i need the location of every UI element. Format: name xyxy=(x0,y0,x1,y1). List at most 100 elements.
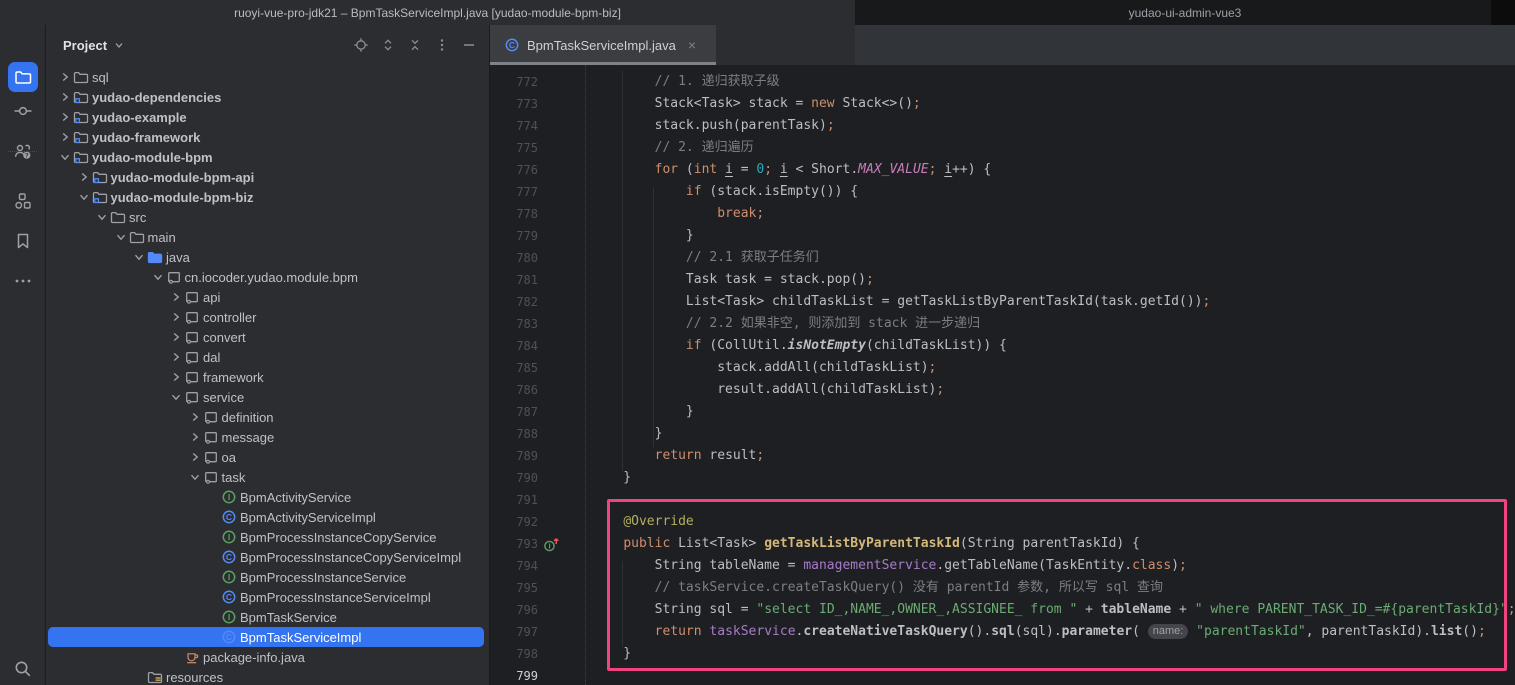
activitybar-more[interactable] xyxy=(0,261,45,301)
tree-item-src[interactable]: src xyxy=(48,207,484,227)
code-line-778[interactable]: 778 break; xyxy=(490,203,1515,225)
line-number[interactable]: 791 xyxy=(490,489,538,511)
tree-item-message[interactable]: message xyxy=(48,427,484,447)
chevron-down-icon[interactable] xyxy=(131,249,147,265)
line-number[interactable]: 790 xyxy=(490,467,538,489)
line-number[interactable]: 782 xyxy=(490,291,538,313)
code-line-777[interactable]: 777 if (stack.isEmpty()) { xyxy=(490,181,1515,203)
code-line-796[interactable]: 796 String sql = "select ID_,NAME_,OWNER… xyxy=(490,599,1515,621)
tab-bpmtaskserviceimpl[interactable]: C BpmTaskServiceImpl.java × xyxy=(490,25,716,65)
tree-item-yudao-framework[interactable]: yudao-framework xyxy=(48,127,484,147)
code-line-799[interactable]: 799 xyxy=(490,665,1515,685)
chevron-right-icon[interactable] xyxy=(168,349,184,365)
code-line-783[interactable]: 783 // 2.2 如果非空, 则添加到 stack 进一步递归 xyxy=(490,313,1515,335)
tree-item-convert[interactable]: convert xyxy=(48,327,484,347)
activitybar-structure[interactable] xyxy=(0,181,45,221)
tree-item-controller[interactable]: controller xyxy=(48,307,484,327)
chevron-right-icon[interactable] xyxy=(187,409,203,425)
tree-item-yudao-module-bpm-biz[interactable]: yudao-module-bpm-biz xyxy=(48,187,484,207)
tree-item-cn-iocoder-yudao-module-bpm[interactable]: cn.iocoder.yudao.module.bpm xyxy=(48,267,484,287)
chevron-down-icon[interactable] xyxy=(150,269,166,285)
tree-item-yudao-example[interactable]: yudao-example xyxy=(48,107,484,127)
chevron-down-icon[interactable] xyxy=(113,229,129,245)
chevron-right-icon[interactable] xyxy=(57,69,73,85)
chevron-right-icon[interactable] xyxy=(57,109,73,125)
line-number[interactable]: 772 xyxy=(490,71,538,93)
code-line-773[interactable]: 773 Stack<Task> stack = new Stack<>(); xyxy=(490,93,1515,115)
line-number[interactable]: 798 xyxy=(490,643,538,665)
code-line-791[interactable]: 791 xyxy=(490,489,1515,511)
line-number[interactable]: 785 xyxy=(490,357,538,379)
chevron-right-icon[interactable] xyxy=(168,369,184,385)
line-number[interactable]: 781 xyxy=(490,269,538,291)
tree-item-package-info-java[interactable]: package-info.java xyxy=(48,647,484,667)
code-line-779[interactable]: 779 } xyxy=(490,225,1515,247)
chevron-down-icon[interactable] xyxy=(94,209,110,225)
tree-item-bpmactivityserviceimpl[interactable]: CBpmActivityServiceImpl xyxy=(48,507,484,527)
tree-item-resources[interactable]: resources xyxy=(48,667,484,685)
expand-all-icon[interactable] xyxy=(380,37,396,53)
code-line-780[interactable]: 780 // 2.1 获取子任务们 xyxy=(490,247,1515,269)
activitybar-search[interactable] xyxy=(0,649,45,685)
tree-item-definition[interactable]: definition xyxy=(48,407,484,427)
line-number[interactable]: 797 xyxy=(490,621,538,643)
line-number[interactable]: 774 xyxy=(490,115,538,137)
hide-icon[interactable] xyxy=(461,37,477,53)
code-line-798[interactable]: 798 } xyxy=(490,643,1515,665)
tree-item-yudao-module-bpm-api[interactable]: yudao-module-bpm-api xyxy=(48,167,484,187)
tree-item-bpmprocessinstancecopyservice[interactable]: IBpmProcessInstanceCopyService xyxy=(48,527,484,547)
code-line-775[interactable]: 775 // 2. 递归遍历 xyxy=(490,137,1515,159)
chevron-right-icon[interactable] xyxy=(168,309,184,325)
tree-item-bpmactivityservice[interactable]: IBpmActivityService xyxy=(48,487,484,507)
tree-item-task[interactable]: task xyxy=(48,467,484,487)
tree-item-java[interactable]: java xyxy=(48,247,484,267)
tree-item-yudao-module-bpm[interactable]: yudao-module-bpm xyxy=(48,147,484,167)
tree-item-bpmprocessinstancecopyserviceimpl[interactable]: CBpmProcessInstanceCopyServiceImpl xyxy=(48,547,484,567)
chevron-down-icon[interactable] xyxy=(57,149,73,165)
code-line-790[interactable]: 790 } xyxy=(490,467,1515,489)
line-number[interactable]: 788 xyxy=(490,423,538,445)
line-number[interactable]: 777 xyxy=(490,181,538,203)
tree-item-bpmprocessinstanceserviceimpl[interactable]: CBpmProcessInstanceServiceImpl xyxy=(48,587,484,607)
line-number[interactable]: 789 xyxy=(490,445,538,467)
line-number[interactable]: 792 xyxy=(490,511,538,533)
line-number[interactable]: 787 xyxy=(490,401,538,423)
line-number[interactable]: 784 xyxy=(490,335,538,357)
line-number[interactable]: 779 xyxy=(490,225,538,247)
tree-item-yudao-dependencies[interactable]: yudao-dependencies xyxy=(48,87,484,107)
code-editor[interactable]: 772 // 1. 递归获取子级773 Stack<Task> stack = … xyxy=(490,65,1515,685)
line-number[interactable]: 775 xyxy=(490,137,538,159)
chevron-right-icon[interactable] xyxy=(57,89,73,105)
chevron-right-icon[interactable] xyxy=(168,329,184,345)
tree-item-dal[interactable]: dal xyxy=(48,347,484,367)
code-line-795[interactable]: 795 // taskService.createTaskQuery() 没有 … xyxy=(490,577,1515,599)
chevron-down-icon[interactable] xyxy=(76,189,92,205)
chevron-down-icon[interactable] xyxy=(168,389,184,405)
chevron-down-icon[interactable] xyxy=(113,39,125,51)
tree-item-bpmtaskserviceimpl[interactable]: CBpmTaskServiceImpl xyxy=(48,627,484,647)
line-number[interactable]: 776 xyxy=(490,159,538,181)
chevron-right-icon[interactable] xyxy=(168,289,184,305)
code-line-787[interactable]: 787 } xyxy=(490,401,1515,423)
line-number[interactable]: 793 xyxy=(490,533,538,555)
code-line-784[interactable]: 784 if (CollUtil.isNotEmpty(childTaskLis… xyxy=(490,335,1515,357)
line-number[interactable]: 786 xyxy=(490,379,538,401)
tree-item-main[interactable]: main xyxy=(48,227,484,247)
tree-item-oa[interactable]: oa xyxy=(48,447,484,467)
line-number[interactable]: 783 xyxy=(490,313,538,335)
code-line-785[interactable]: 785 stack.addAll(childTaskList); xyxy=(490,357,1515,379)
chevron-right-icon[interactable] xyxy=(57,129,73,145)
code-line-772[interactable]: 772 // 1. 递归获取子级 xyxy=(490,71,1515,93)
tree-item-framework[interactable]: framework xyxy=(48,367,484,387)
activitybar-commit[interactable] xyxy=(0,91,45,131)
line-number[interactable]: 796 xyxy=(490,599,538,621)
line-number[interactable]: 794 xyxy=(490,555,538,577)
line-number[interactable]: 778 xyxy=(490,203,538,225)
collapse-all-icon[interactable] xyxy=(407,37,423,53)
code-line-789[interactable]: 789 return result; xyxy=(490,445,1515,467)
tree-item-service[interactable]: service xyxy=(48,387,484,407)
locate-icon[interactable] xyxy=(353,37,369,53)
chevron-right-icon[interactable] xyxy=(187,429,203,445)
more-vertical-icon[interactable] xyxy=(434,37,450,53)
tab-close-icon[interactable]: × xyxy=(688,37,696,53)
